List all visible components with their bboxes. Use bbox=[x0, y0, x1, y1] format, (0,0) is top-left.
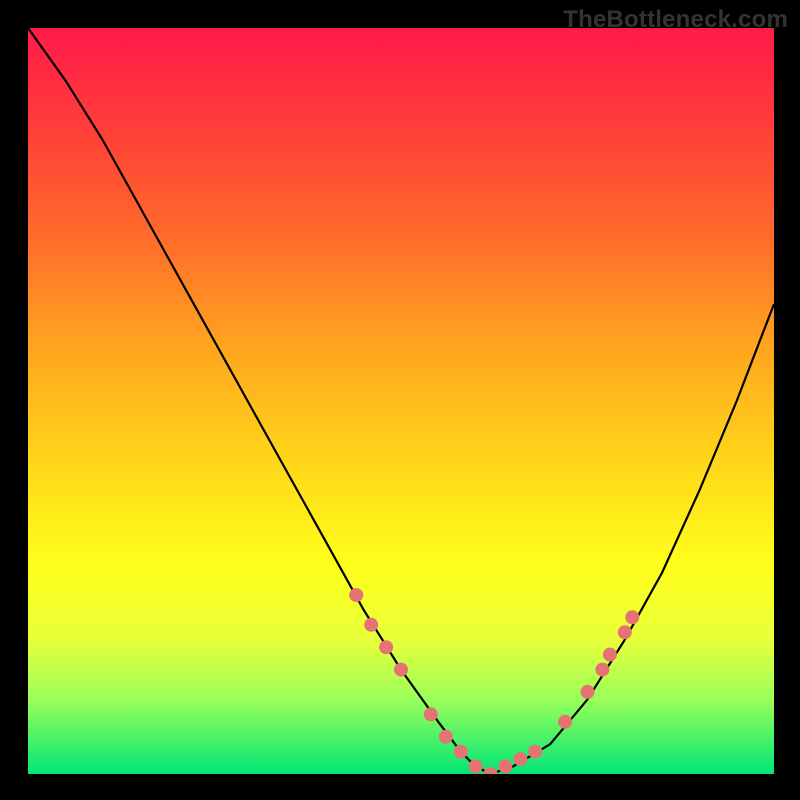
highlight-dot bbox=[595, 663, 609, 677]
highlight-dot bbox=[454, 745, 468, 759]
highlight-dot bbox=[484, 767, 498, 774]
highlight-dot bbox=[625, 610, 639, 624]
highlight-dot bbox=[498, 760, 512, 774]
highlight-dot bbox=[603, 648, 617, 662]
highlight-dot bbox=[513, 752, 527, 766]
chart-overlay bbox=[28, 28, 774, 774]
curve-group bbox=[28, 28, 774, 774]
highlight-dot bbox=[469, 760, 483, 774]
highlight-dot bbox=[439, 730, 453, 744]
bottleneck-curve-path bbox=[28, 28, 774, 774]
watermark-text: TheBottleneck.com bbox=[563, 6, 788, 34]
chart-frame: TheBottleneck.com bbox=[0, 0, 800, 800]
highlight-dot bbox=[394, 663, 408, 677]
highlight-dot bbox=[364, 618, 378, 632]
highlight-dot bbox=[349, 588, 363, 602]
highlight-dot bbox=[618, 625, 632, 639]
highlight-dot bbox=[528, 745, 542, 759]
marker-group bbox=[349, 588, 639, 774]
highlight-dot bbox=[379, 640, 393, 654]
highlight-dot bbox=[581, 685, 595, 699]
highlight-dot bbox=[424, 707, 438, 721]
highlight-dot bbox=[558, 715, 572, 729]
